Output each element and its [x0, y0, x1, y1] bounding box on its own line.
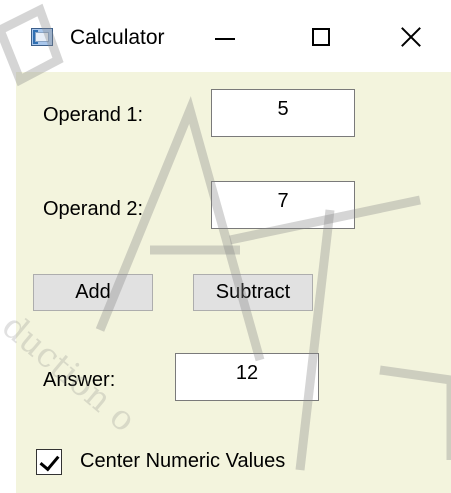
maximize-icon [312, 28, 330, 46]
minimize-button[interactable] [202, 18, 248, 58]
subtract-button[interactable]: Subtract [193, 274, 313, 311]
answer-label: Answer: [43, 369, 116, 391]
checkmark-icon [39, 450, 60, 472]
answer-field: 12 [175, 353, 319, 401]
center-numeric-checkbox[interactable] [36, 449, 62, 475]
close-icon [399, 25, 423, 49]
window-title: Calculator [70, 26, 165, 49]
operand2-label: Operand 2: [43, 198, 144, 220]
center-numeric-checkbox-label[interactable]: Center Numeric Values [80, 450, 285, 473]
close-button[interactable] [388, 18, 434, 58]
operand1-input[interactable]: 5 [211, 89, 355, 137]
operand1-label: Operand 1: [43, 104, 144, 126]
title-bar[interactable]: Calculator [0, 0, 451, 72]
calculator-app-icon [31, 28, 53, 46]
operand2-input[interactable]: 7 [211, 181, 355, 229]
minimize-icon [215, 38, 235, 40]
add-button[interactable]: Add [33, 274, 153, 311]
maximize-button[interactable] [298, 18, 344, 58]
calculator-window: Calculator Operand 1: 5 Operand 2: 7 Add… [0, 0, 451, 493]
